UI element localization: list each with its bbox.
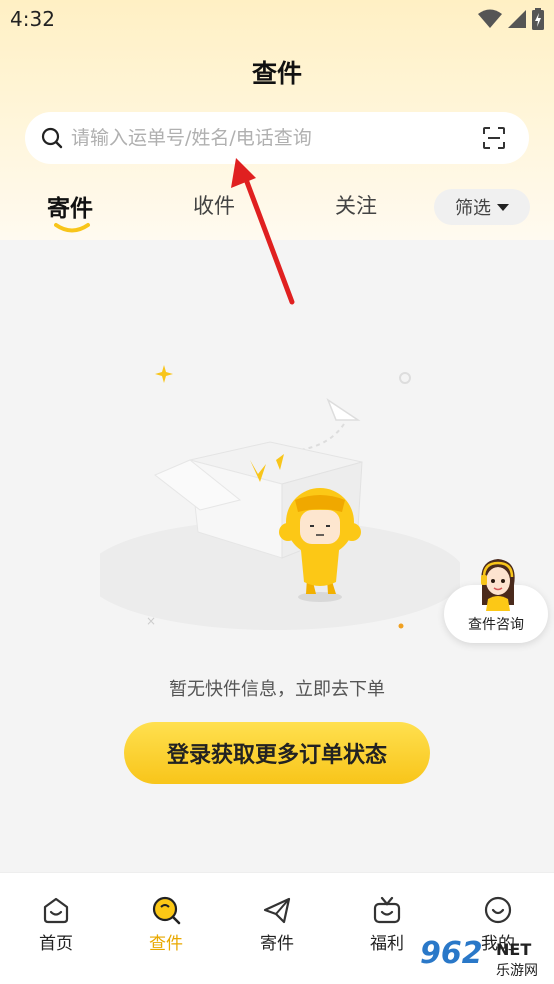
nav-send-label: 寄件 [260, 934, 294, 954]
nav-track[interactable]: 查件 [121, 895, 211, 954]
svg-text:×: × [146, 614, 156, 628]
nav-home[interactable]: 首页 [11, 895, 101, 954]
nav-home-label: 首页 [39, 934, 73, 954]
customer-service-avatar-icon [481, 559, 515, 611]
consult-button[interactable]: 查件咨询 [444, 555, 548, 643]
watermark-site: 乐游网 [496, 963, 538, 979]
nav-send[interactable]: 寄件 [232, 895, 322, 954]
gift-tv-icon [373, 896, 401, 924]
consult-label: 查件咨询 [468, 617, 524, 633]
watermark-net: NET [496, 940, 532, 959]
login-button[interactable]: 登录获取更多订单状态 [124, 722, 430, 784]
search-parcel-icon [152, 896, 181, 925]
empty-box-illustration: × [100, 365, 460, 630]
home-icon [43, 897, 69, 924]
watermark-number: 962 [420, 936, 483, 971]
empty-message: 暂无快件信息，立即去下单 [169, 679, 385, 700]
paper-plane-icon [263, 897, 291, 924]
nav-track-label: 查件 [149, 934, 183, 954]
smiley-icon [484, 896, 512, 924]
site-watermark: 962 NET 乐游网 [412, 936, 552, 980]
